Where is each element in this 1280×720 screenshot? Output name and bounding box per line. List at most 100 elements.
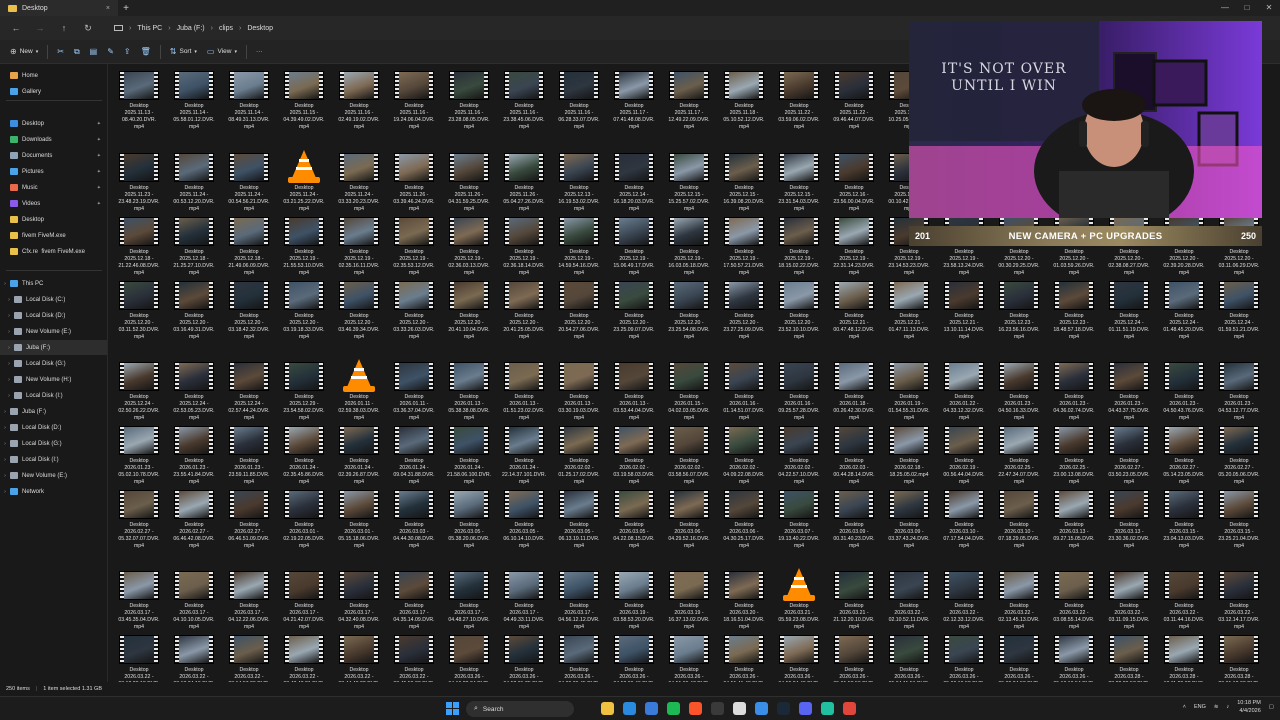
file-item[interactable]: Desktop 2025.11.26 -03.39.46.24.DVR. mp4 — [388, 150, 440, 212]
file-item[interactable]: Desktop 2025.12.20 -20.54.27.06.DVR. mp4 — [553, 278, 605, 340]
clock[interactable]: 10:18 PM 4/4/2026 — [1237, 699, 1261, 715]
file-item[interactable]: Desktop 2026.03.17 -04.32.40.08.DVR. mp4 — [333, 568, 385, 630]
file-item[interactable]: Desktop 2026.02.27 -03.50.23.05.DVR. mp4 — [1103, 423, 1155, 485]
file-item[interactable]: Desktop 2026.02.02 -04.09.22.08.DVR. mp4 — [718, 423, 770, 485]
file-item[interactable]: Desktop 2026.03.15 -23.25.21.04.DVR. mp4 — [1213, 487, 1265, 549]
file-item[interactable]: Desktop 2026.01.24 -22.14.37.101.DVR. mp4 — [498, 423, 550, 485]
file-item[interactable]: Desktop 2025.11.26 -04.31.59.25.DVR. mp4 — [443, 150, 495, 212]
file-item[interactable]: Desktop 2025.12.18 -21.22.46.08.DVR. mp4 — [113, 214, 165, 276]
file-item[interactable]: Desktop 2025.12.20 -23.25.09.07.DVR. mp4 — [608, 278, 660, 340]
file-item[interactable]: Desktop 2025.11.13 -08.40.20.DVR. mp4 — [113, 68, 165, 130]
file-item[interactable]: Desktop 2025.12.20 -23.25.54.08.DVR. mp4 — [663, 278, 715, 340]
file-item[interactable]: Desktop 2026.03.20 -18.16.51.04.DVR. mp4 — [718, 568, 770, 630]
breadcrumb[interactable]: › This PC › Juba (F:) › clips › Desktop — [108, 19, 898, 37]
file-item[interactable]: Desktop 2025.12.23 -18.48.57.18.DVR. mp4 — [1048, 278, 1100, 340]
sidebar-item[interactable]: Pictures ✦ — [0, 164, 107, 179]
file-item[interactable]: Desktop2026.03.28 -20.01.12.03.DVR.mp4 — [1213, 632, 1265, 682]
file-item[interactable]: Desktop2026.03.22 -03.13.34.19.DVR.mp4 — [168, 632, 220, 682]
file-item[interactable]: Desktop 2026.03.22 -02.12.33.12.DVR. mp4 — [938, 568, 990, 630]
file-item[interactable]: Desktop 2025.12.19 -14.59.54.16.DVR. mp4 — [553, 214, 605, 276]
file-item[interactable]: Desktop 2026.03.06 -04.30.25.17.DVR. mp4 — [718, 487, 770, 549]
file-item[interactable]: Desktop 2026.03.17 -04.49.33.11.DVR. mp4 — [498, 568, 550, 630]
file-item[interactable]: Desktop2026.03.26 -04.52.31.25.DVR.mp4 — [498, 632, 550, 682]
sidebar-item[interactable]: › New Volume (E:) — [0, 324, 107, 339]
file-item[interactable]: Desktop 2025.11.16 -06.28.33.07.DVR. mp4 — [553, 68, 605, 130]
file-item[interactable]: Desktop2026.03.28 -18.11.29.02.DVR.mp4 — [1158, 632, 1210, 682]
share-button[interactable]: ⇪ — [120, 43, 135, 61]
sidebar-item[interactable]: › Juba (F:) — [0, 404, 107, 419]
file-item[interactable]: Desktop 2025.12.21 -13.10.11.14.DVR. mp4 — [938, 278, 990, 340]
file-item[interactable]: Desktop 2026.03.17 -04.10.10.05.DVR. mp4 — [168, 568, 220, 630]
file-item[interactable]: Desktop 2026.01.22 -04.33.12.32.DVR. mp4 — [938, 359, 990, 421]
steam-icon[interactable] — [777, 702, 790, 715]
chevron-right-icon[interactable]: › — [0, 425, 10, 431]
file-item[interactable]: Desktop2026.03.26 -05.09.24.53.DVR.mp4 — [993, 632, 1045, 682]
sidebar-item[interactable]: › Local Disk (I:) — [0, 388, 107, 403]
chevron-right-icon[interactable]: › — [4, 345, 14, 351]
file-item[interactable]: Desktop 2026.03.15 -23.04.13.03.DVR. mp4 — [1158, 487, 1210, 549]
sidebar-item[interactable]: fivem FiveM.exe — [0, 228, 107, 243]
file-item[interactable]: Desktop 2025.12.19 -02.35.16.11.DVR. mp4 — [333, 214, 385, 276]
app-icon[interactable] — [821, 702, 834, 715]
file-explorer-icon[interactable] — [601, 702, 614, 715]
file-item[interactable]: Desktop 2026.01.23 -04.50.43.76.DVR. mp4 — [1158, 359, 1210, 421]
file-item[interactable]: Desktop2026.03.26 -05.10.10.54.DVR.mp4 — [1048, 632, 1100, 682]
file-item[interactable]: Desktop 2025.12.19 -22.31.14.23.DVR. mp4 — [828, 214, 880, 276]
new-button[interactable]: ⊕ New ▾ — [6, 43, 42, 61]
file-item[interactable]: Desktop 2026.01.16 -09.25.57.28.DVR. mp4 — [773, 359, 825, 421]
file-item[interactable]: Desktop 2025.12.21 -00.47.48.12.DVR. mp4 — [828, 278, 880, 340]
file-item[interactable]: Desktop 2025.12.15 -16.39.08.20.DVR. mp4 — [718, 150, 770, 212]
chevron-right-icon[interactable]: › — [0, 473, 10, 479]
file-item[interactable]: Desktop 2026.03.22 -02.13.45.13.DVR. mp4 — [993, 568, 1045, 630]
sidebar-item[interactable]: › New Volume (H:) — [0, 372, 107, 387]
file-item[interactable]: Desktop 2026.03.01 -05.15.18.06.DVR. mp4 — [333, 487, 385, 549]
mail-icon[interactable] — [645, 702, 658, 715]
file-item[interactable]: Desktop 2026.02.27 -05.32.07.07.DVR. mp4 — [113, 487, 165, 549]
file-item[interactable]: Desktop 2025.12.20 -03.11.52.30.DVR. mp4 — [113, 278, 165, 340]
wifi-icon[interactable]: ≋ — [1214, 704, 1219, 710]
new-tab-button[interactable]: + — [118, 3, 134, 14]
browser-icon[interactable] — [755, 702, 768, 715]
file-item[interactable]: Desktop 2026.02.19 -00.56.44.04.DVR. mp4 — [938, 423, 990, 485]
discord-icon[interactable] — [799, 702, 812, 715]
file-item[interactable]: Desktop 2026.02.25 -22.47.34.07.DVR. mp4 — [993, 423, 1045, 485]
language-indicator[interactable]: ENG — [1194, 704, 1206, 710]
file-item[interactable]: Desktop 2025.11.24 -00.54.56.21.DVR. mp4 — [223, 150, 275, 212]
sidebar-item[interactable]: Desktop ✦ — [0, 116, 107, 131]
chevron-right-icon[interactable]: › — [4, 313, 14, 319]
file-item[interactable]: Desktop2026.03.26 -05.01.58.50.DVR.mp4 — [828, 632, 880, 682]
up-button[interactable]: ↑ — [54, 19, 74, 37]
file-item[interactable]: Desktop 2026.02.02 -03.58.56.07.DVR. mp4 — [663, 423, 715, 485]
view-button[interactable]: ▭ View ▾ — [203, 43, 241, 61]
chevron-right-icon[interactable]: › — [4, 329, 14, 335]
file-item[interactable]: Desktop 2025.11.16 -19.24.06.04.DVR. mp4 — [388, 68, 440, 130]
file-item[interactable]: Desktop 2025.11.22 -03.59.06.02.DVR. mp4 — [773, 68, 825, 130]
file-item[interactable]: Desktop 2026.02.27 -06.46.42.08.DVR. mp4 — [168, 487, 220, 549]
file-item[interactable]: Desktop 2026.01.13 -01.51.23.02.DVR. mp4 — [498, 359, 550, 421]
file-item[interactable]: Desktop 2026.03.10 -07.17.54.04.DVR. mp4 — [938, 487, 990, 549]
forward-button[interactable]: → — [30, 19, 50, 37]
file-item[interactable]: Desktop 2026.03.22 -03.11.44.16.DVR. mp4 — [1158, 568, 1210, 630]
file-item[interactable]: Desktop 2025.12.24 -01.59.51.21.DVR. mp4 — [1213, 278, 1265, 340]
file-item[interactable]: Desktop 2025.12.20 -03.33.26.03.DVR. mp4 — [388, 278, 440, 340]
file-item[interactable]: Desktop 2026.03.01 -02.19.22.05.DVR. mp4 — [278, 487, 330, 549]
file-item[interactable]: Desktop 2026.02.27 -05.14.23.05.DVR. mp4 — [1158, 423, 1210, 485]
file-item[interactable]: Desktop 2025.12.19 -15.06.49.17.DVR. mp4 — [608, 214, 660, 276]
file-item[interactable]: Desktop 2025.12.20 -03.18.42.32.DVR. mp4 — [223, 278, 275, 340]
sidebar-item[interactable]: › Local Disk (C:) — [0, 292, 107, 307]
file-item[interactable]: Desktop 2025.12.21 -01.47.11.13.DVR. mp4 — [883, 278, 935, 340]
breadcrumb-item[interactable]: clips — [219, 25, 233, 32]
file-item[interactable]: Desktop 2025.12.14 -16.18.20.03.DVR. mp4 — [608, 150, 660, 212]
file-item[interactable]: Desktop 2025.12.20 -20.41.25.05.DVR. mp4 — [498, 278, 550, 340]
edge-icon[interactable] — [623, 702, 636, 715]
file-item[interactable]: Desktop 2026.03.05 -05.38.20.06.DVR. mp4 — [443, 487, 495, 549]
file-item[interactable]: Desktop 2026.03.17 -04.21.42.07.DVR. mp4 — [278, 568, 330, 630]
file-item[interactable]: Desktop 2025.11.17 -12.49.22.09.DVR. mp4 — [663, 68, 715, 130]
sidebar-item[interactable]: › Local Disk (G:) — [0, 436, 107, 451]
tab-desktop[interactable]: Desktop × — [0, 0, 118, 16]
file-item[interactable]: Desktop 2025.11.18 -05.10.52.12.DVR. mp4 — [718, 68, 770, 130]
file-item[interactable]: Desktop 2026.02.25 -23.00.13.08.DVR. mp4 — [1048, 423, 1100, 485]
file-item[interactable]: Desktop 2026.01.11 -02.59.38.03.DVR. mp4 — [333, 359, 385, 421]
sidebar-item[interactable]: › New Volume (E:) — [0, 468, 107, 483]
file-item[interactable]: Desktop 2026.01.19 -01.54.55.31.DVR. mp4 — [883, 359, 935, 421]
